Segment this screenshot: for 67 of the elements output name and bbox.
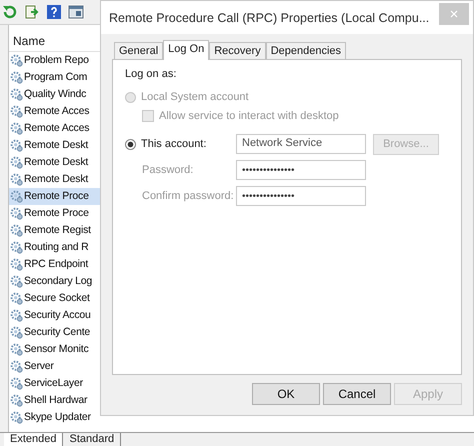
- service-item[interactable]: ServiceLayer: [9, 375, 100, 392]
- service-item[interactable]: Remote Proce: [9, 205, 100, 222]
- refresh-icon[interactable]: [2, 4, 18, 20]
- service-item[interactable]: RPC Endpoint: [9, 256, 100, 273]
- gear-icon: [10, 173, 23, 186]
- radio-button[interactable]: [125, 138, 136, 150]
- console-icon[interactable]: [68, 4, 84, 20]
- service-item[interactable]: Remote Regist: [9, 222, 100, 239]
- gear-icon: [10, 377, 23, 390]
- service-item[interactable]: Secondary Log: [9, 273, 100, 290]
- service-item[interactable]: Remote Deskt: [9, 154, 100, 171]
- gear-icon: [10, 139, 23, 152]
- service-item[interactable]: Remote Deskt: [9, 137, 100, 154]
- service-item[interactable]: Remote Acces: [9, 103, 100, 120]
- service-item[interactable]: Sensor Monitc: [9, 341, 100, 358]
- service-item[interactable]: Routing and R: [9, 239, 100, 256]
- radio-label: This account:: [141, 138, 208, 150]
- gear-icon: [10, 394, 23, 407]
- tab[interactable]: General: [114, 42, 164, 59]
- gear-icon: [10, 326, 23, 339]
- service-item[interactable]: Security Cente: [9, 324, 100, 341]
- window-title: Remote Procedure Call (RPC) Properties (Local Compu...: [109, 10, 430, 24]
- service-item[interactable]: Remote Proce: [9, 188, 100, 205]
- service-item[interactable]: Secure Socket: [9, 290, 100, 307]
- tab[interactable]: Log On: [163, 40, 210, 60]
- confirm-password-label: Confirm password:: [142, 190, 231, 202]
- gear-icon: [10, 224, 23, 237]
- service-item[interactable]: Shell Hardwar: [9, 392, 100, 409]
- ok-button[interactable]: OK: [252, 383, 320, 405]
- service-item[interactable]: Problem Repo: [9, 52, 100, 69]
- export-icon[interactable]: [24, 4, 40, 20]
- gear-icon: [10, 258, 23, 271]
- gear-icon: [10, 54, 23, 67]
- section-label: Log on as:: [125, 68, 178, 80]
- service-item[interactable]: Remote Deskt: [9, 171, 100, 188]
- gear-icon: [10, 343, 23, 356]
- service-item[interactable]: Skype Updater: [9, 409, 100, 426]
- gear-icon: [10, 88, 23, 101]
- gear-icon: [10, 292, 23, 305]
- password-field[interactable]: •••••••••••••••: [236, 160, 366, 180]
- tab[interactable]: Recovery: [209, 42, 266, 59]
- gear-icon: [10, 241, 23, 254]
- password-label: Password:: [142, 164, 194, 176]
- gear-icon: [10, 156, 23, 169]
- checkbox-label: Allow service to interact with desktop: [159, 110, 339, 122]
- gear-icon: [10, 309, 23, 322]
- help-icon[interactable]: [46, 4, 62, 20]
- service-item[interactable]: Security Accou: [9, 307, 100, 324]
- cancel-button[interactable]: Cancel: [323, 383, 391, 405]
- service-item[interactable]: Server: [9, 358, 100, 375]
- gear-icon: [10, 190, 23, 203]
- gear-icon: [10, 207, 23, 220]
- view-tab[interactable]: Standard: [63, 433, 122, 446]
- account-field[interactable]: Network Service: [236, 134, 366, 154]
- gear-icon: [10, 360, 23, 373]
- gear-icon: [10, 71, 23, 84]
- confirm-password-field[interactable]: •••••••••••••••: [236, 186, 366, 206]
- service-item[interactable]: Remote Acces: [9, 120, 100, 137]
- gear-icon: [10, 105, 23, 118]
- service-item[interactable]: Quality Windc: [9, 86, 100, 103]
- tab[interactable]: Dependencies: [266, 42, 346, 59]
- gear-icon: [10, 411, 23, 424]
- radio-label: Local System account: [141, 91, 249, 103]
- service-item[interactable]: Program Com: [9, 69, 100, 86]
- view-tab[interactable]: Extended: [4, 433, 64, 446]
- gear-icon: [10, 275, 23, 288]
- gear-icon: [10, 122, 23, 135]
